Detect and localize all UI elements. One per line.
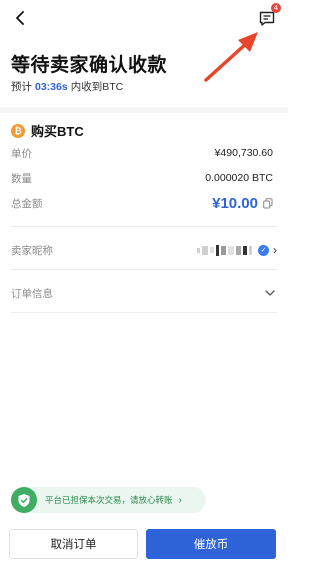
top-bar: 4 (0, 0, 288, 34)
copy-icon[interactable] (263, 197, 273, 209)
cancel-order-button[interactable]: 取消订单 (9, 529, 138, 559)
unit-price-row: 单价 ¥490,730.60 (11, 144, 273, 162)
chevron-right-icon: › (273, 243, 277, 257)
message-list-icon (259, 11, 275, 26)
shield-check-icon (11, 487, 37, 513)
message-count-badge: 4 (271, 3, 281, 13)
section-divider (0, 107, 288, 113)
seller-name-redacted (197, 244, 252, 256)
section-title: 购买BTC (31, 124, 84, 139)
verified-icon: ✓ (258, 244, 269, 256)
expect-suffix: 内收到BTC (70, 81, 124, 93)
order-section-header: ₿ 购买BTC (11, 121, 84, 140)
unit-price-label: 单价 (11, 147, 32, 160)
expected-time: 预计 03:36s 内收到BTC (11, 79, 123, 94)
order-info-label: 订单信息 (11, 287, 53, 300)
expect-prefix: 预计 (11, 81, 32, 93)
guarantee-banner[interactable]: 平台已担保本次交易，请放心转账 › (11, 487, 206, 513)
chevron-left-icon (16, 11, 24, 25)
divider (11, 312, 277, 313)
quantity-label: 数量 (11, 172, 32, 185)
page-title: 等待卖家确认收款 (11, 54, 168, 76)
seller-row[interactable]: 卖家昵称 ✓ › (11, 241, 277, 259)
seller-label: 卖家昵称 (11, 244, 53, 257)
total-value: ¥10.00 (212, 194, 258, 212)
total-label: 总金额 (11, 197, 43, 210)
bitcoin-icon: ₿ (11, 123, 25, 138)
divider (11, 269, 277, 270)
back-button[interactable] (10, 8, 30, 28)
total-row: 总金额 ¥10.00 (11, 194, 273, 212)
total-amount: ¥10.00 (212, 195, 273, 212)
chevron-down-icon (265, 290, 275, 296)
unit-price-value: ¥490,730.60 (214, 147, 273, 159)
countdown-timer: 03:36s (35, 81, 68, 93)
urge-release-button[interactable]: 催放币 (146, 529, 276, 559)
quantity-value: 0.000020 BTC (205, 172, 273, 184)
chevron-right-icon: › (178, 494, 182, 506)
order-info-row[interactable]: 订单信息 (11, 284, 277, 302)
messages-button[interactable]: 4 (256, 3, 281, 28)
quantity-row: 数量 0.000020 BTC (11, 169, 273, 187)
seller-info: ✓ › (197, 243, 277, 257)
divider (11, 226, 277, 227)
guarantee-text: 平台已担保本次交易，请放心转账 (45, 495, 173, 505)
